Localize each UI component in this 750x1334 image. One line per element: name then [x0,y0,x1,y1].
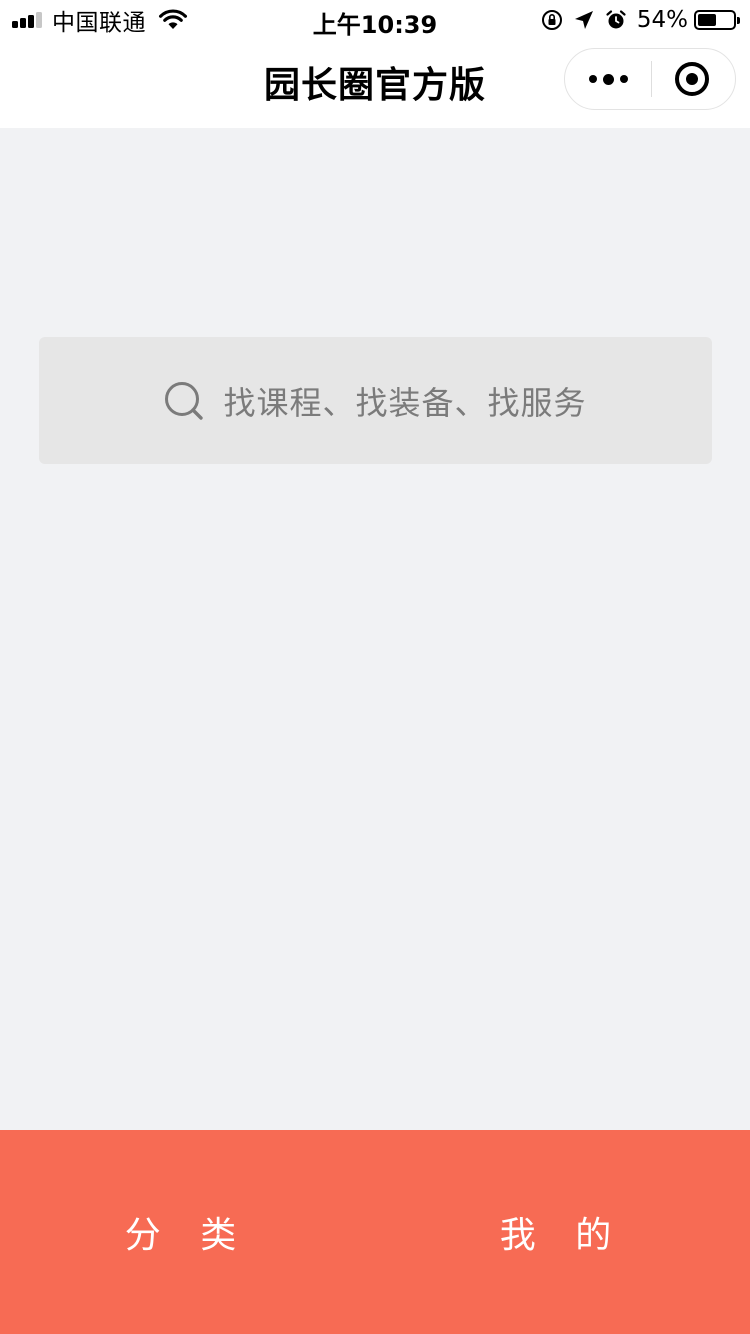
bottom-tab-bar: 分 类 我 的 [0,1130,750,1334]
mini-program-capsule [564,48,736,110]
screen: 中国联通 上午10:39 54% 园长圈官方版 找课程、找装备、找服务 分 类 … [0,0,750,1334]
search-placeholder: 找课程、找装备、找服务 [223,383,587,422]
search-box[interactable]: 找课程、找装备、找服务 [39,337,712,464]
tab-category[interactable]: 分 类 [0,1130,375,1334]
close-button[interactable] [649,49,735,109]
status-bar-right: 54% [531,6,740,34]
search-icon [165,381,204,420]
more-button[interactable] [565,49,651,109]
battery-icon [694,10,740,30]
location-arrow-icon [574,11,593,29]
tab-mine[interactable]: 我 的 [375,1130,750,1334]
alarm-clock-icon [606,10,626,29]
nav-bar: 园长圈官方版 [0,40,750,128]
target-icon [675,62,709,96]
tab-category-label: 分 类 [124,1215,251,1256]
battery-level-fill [698,14,716,26]
battery-percent: 54% [636,7,688,33]
orientation-lock-icon [541,10,562,30]
tab-mine-label: 我 的 [499,1215,626,1256]
more-dots-icon [586,73,631,85]
status-bar: 中国联通 上午10:39 54% [0,0,750,40]
